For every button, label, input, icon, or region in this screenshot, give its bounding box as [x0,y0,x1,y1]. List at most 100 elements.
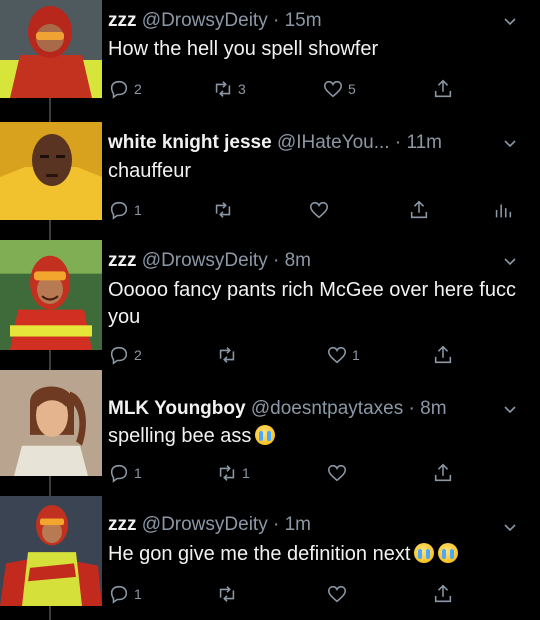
timestamp[interactable]: 8m [420,398,446,419]
like-count: 1 [352,347,360,363]
heart-icon [327,464,347,482]
loudly-crying-face-emoji [255,425,276,445]
chevron-down-icon[interactable] [502,519,518,535]
heart-icon [323,80,343,98]
retweet-icon [219,347,235,363]
heart-icon [309,201,329,219]
retweet-icon [219,465,235,481]
display-name[interactable]: zzz [108,514,137,535]
tweet[interactable]: zzz @DrowsyDeity · 15m How the hell you … [0,0,540,122]
tweet-text: spelling bee ass [108,423,530,450]
chevron-down-icon[interactable] [502,253,518,269]
user-handle[interactable]: @DrowsyDeity [142,250,268,271]
chevron-down-icon[interactable] [502,13,518,29]
retweet-count: 1 [242,465,250,481]
retweet-icon [215,202,231,218]
avatar[interactable] [0,0,102,98]
like-button[interactable] [308,198,330,222]
like-button[interactable]: 5 [322,77,356,101]
separator-dot: · [408,398,415,419]
avatar-image [0,0,102,98]
share-button[interactable] [432,461,454,485]
retweet-button[interactable]: 1 [216,461,250,485]
heart-icon [327,585,347,603]
like-count: 5 [348,81,356,97]
retweet-button[interactable] [216,343,238,367]
display-name[interactable]: white knight jesse [108,132,272,153]
chevron-down-icon[interactable] [502,135,518,151]
share-button[interactable] [432,77,454,101]
avatar[interactable] [0,496,102,606]
reply-icon [110,80,128,99]
avatar-image [0,370,102,476]
tweet-text: chauffeur [108,160,192,182]
retweet-button[interactable] [216,582,238,606]
share-button[interactable] [408,198,430,222]
display-name[interactable]: zzz [108,10,137,31]
tweet-header: MLK Youngboy @doesntpaytaxes · 8m [108,397,510,421]
avatar-image [0,122,102,220]
tweet[interactable]: MLK Youngboy @doesntpaytaxes · 8m spelli… [0,368,540,494]
avatar[interactable] [0,122,102,220]
avatar[interactable] [0,370,102,476]
avatar[interactable] [0,240,102,350]
user-handle[interactable]: @DrowsyDeity [142,10,268,31]
reply-count: 1 [134,202,142,218]
reply-count: 2 [134,81,142,97]
reply-count: 1 [134,586,142,602]
separator-dot: · [272,10,280,31]
reply-icon [110,585,128,604]
reply-icon [110,464,128,483]
user-handle[interactable]: @DrowsyDeity [142,514,268,535]
timestamp[interactable]: 15m [285,10,322,31]
reply-button[interactable]: 2 [108,77,142,101]
tweet-actions: 1 [108,582,540,606]
display-name[interactable]: MLK Youngboy [108,398,246,419]
share-button[interactable] [432,343,454,367]
chevron-down-icon[interactable] [502,401,518,417]
user-handle[interactable]: @IHateYou... [277,132,390,153]
separator-dot: · [272,514,280,535]
tweet-actions: 2 1 [108,343,540,367]
like-button[interactable]: 1 [326,343,360,367]
tweet-actions: 1 [108,198,540,222]
reply-icon [110,346,128,365]
retweet-button[interactable]: 3 [212,77,246,101]
retweet-button[interactable] [212,198,234,222]
tweet-header: white knight jesse @IHateYou... · 11m [108,131,510,155]
tweet-text: How the hell you spell showfer [108,38,379,60]
timestamp[interactable]: 11m [406,132,442,153]
timestamp[interactable]: 1m [285,514,311,535]
reply-button[interactable]: 1 [108,461,142,485]
retweet-icon [215,81,231,97]
reply-button[interactable]: 1 [108,198,142,222]
share-button[interactable] [432,582,454,606]
avatar-image [0,496,102,606]
reply-button[interactable]: 2 [108,343,142,367]
tweet[interactable]: zzz @DrowsyDeity · 1m He gon give me the… [0,494,540,620]
separator-dot: · [272,250,280,271]
tweet-actions: 1 1 [108,461,540,485]
share-icon [410,200,428,219]
loudly-crying-face-emoji [438,543,459,563]
reply-button[interactable]: 1 [108,582,142,606]
share-icon [434,79,452,98]
tweet-text: Ooooo fancy pants rich McGee over here f… [108,279,516,328]
retweet-icon [219,586,235,602]
retweet-count: 3 [238,81,246,97]
tweet[interactable]: white knight jesse @IHateYou... · 11m ch… [0,122,540,240]
timestamp[interactable]: 8m [285,250,311,271]
display-name[interactable]: zzz [108,250,137,271]
analytics-button[interactable] [492,198,514,222]
heart-icon [327,346,347,364]
tweet-actions: 2 3 5 [108,77,540,101]
user-handle[interactable]: @doesntpaytaxes [251,398,403,419]
reply-icon [110,201,128,220]
like-button[interactable] [326,582,348,606]
tweet-header: zzz @DrowsyDeity · 1m [108,513,510,537]
share-icon [434,584,452,603]
analytics-icon [495,204,512,218]
like-button[interactable] [326,461,348,485]
tweet[interactable]: zzz @DrowsyDeity · 8m Ooooo fancy pants … [0,240,540,368]
reply-count: 2 [134,347,142,363]
